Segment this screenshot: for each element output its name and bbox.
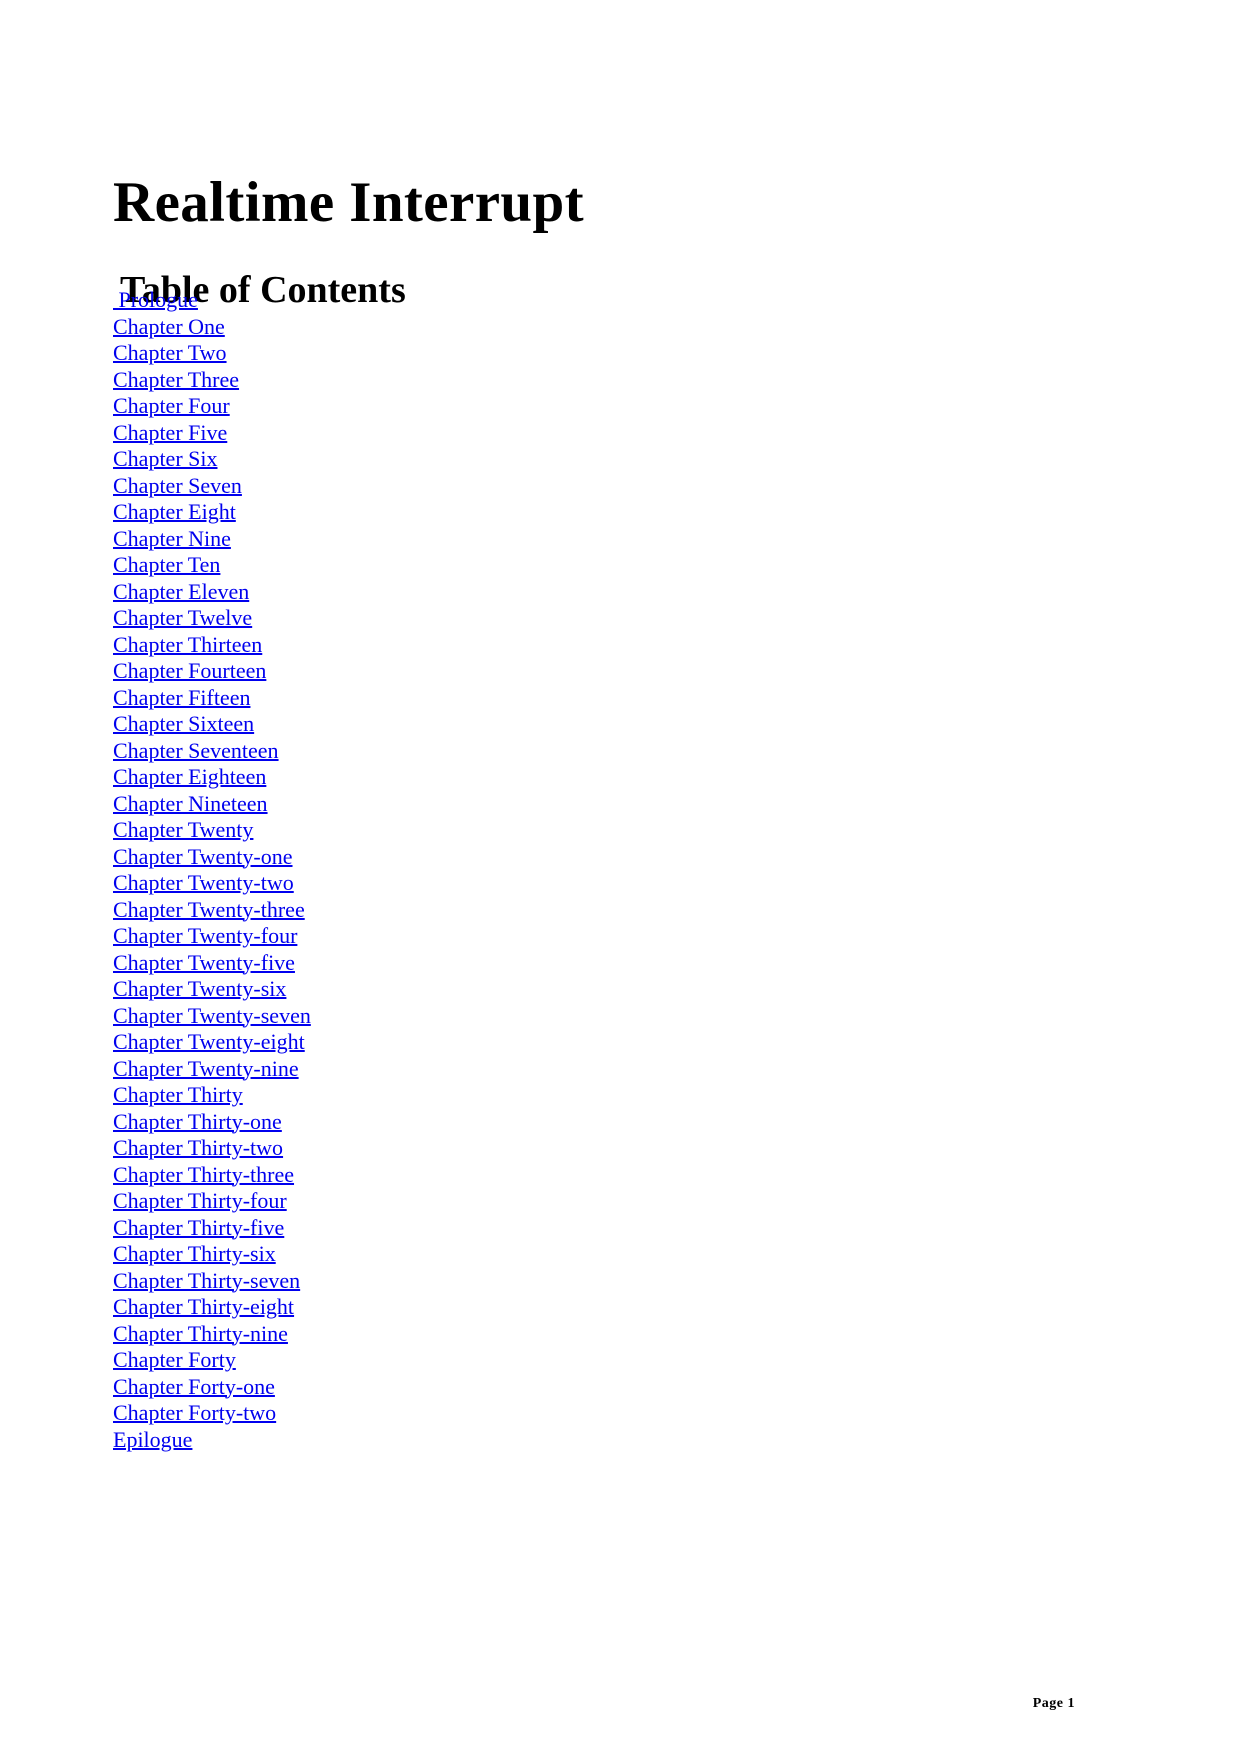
list-item: Chapter Thirty-seven — [113, 1268, 813, 1295]
toc-link[interactable]: Chapter Twenty-one — [113, 844, 293, 869]
toc-link[interactable]: Chapter Twenty-two — [113, 870, 294, 895]
toc-link[interactable]: Chapter Thirty-four — [113, 1188, 287, 1213]
toc-link[interactable]: Chapter Twelve — [113, 605, 252, 630]
toc-link[interactable]: Chapter Sixteen — [113, 711, 254, 736]
toc-link[interactable]: Chapter Thirty-five — [113, 1215, 284, 1240]
list-item: Chapter Fourteen — [113, 658, 813, 685]
list-item: Chapter Five — [113, 420, 813, 447]
toc-link[interactable]: Chapter Twenty-six — [113, 976, 286, 1001]
list-item: Chapter Twenty-four — [113, 923, 813, 950]
list-item: Chapter Thirty-two — [113, 1135, 813, 1162]
list-item: Chapter Forty-one — [113, 1374, 813, 1401]
toc-link[interactable]: Epilogue — [113, 1427, 192, 1452]
page-title: Realtime Interrupt — [113, 171, 584, 235]
list-item: Chapter Seventeen — [113, 738, 813, 765]
toc-link[interactable]: Chapter Five — [113, 420, 227, 445]
list-item: Chapter Thirty-eight — [113, 1294, 813, 1321]
list-item: Chapter Sixteen — [113, 711, 813, 738]
list-item: Chapter Thirty-one — [113, 1109, 813, 1136]
list-item: Chapter Nineteen — [113, 791, 813, 818]
list-item: Chapter One — [113, 314, 813, 341]
toc-link[interactable]: Chapter Seventeen — [113, 738, 279, 763]
list-item: Chapter Twenty-one — [113, 844, 813, 871]
toc-link[interactable]: Chapter Eighteen — [113, 764, 266, 789]
list-item: Chapter Four — [113, 393, 813, 420]
list-item: Chapter Thirty-nine — [113, 1321, 813, 1348]
toc-link[interactable]: Chapter Forty-two — [113, 1400, 276, 1425]
toc-link[interactable]: Prologue — [113, 287, 198, 312]
toc-link[interactable]: Chapter Thirty-two — [113, 1135, 283, 1160]
toc-link[interactable]: Chapter Thirty-one — [113, 1109, 282, 1134]
toc-link[interactable]: Chapter Ten — [113, 552, 220, 577]
toc-link[interactable]: Chapter Thirteen — [113, 632, 262, 657]
toc-link[interactable]: Chapter Nine — [113, 526, 231, 551]
list-item: Chapter Fifteen — [113, 685, 813, 712]
toc-link[interactable]: Chapter Eleven — [113, 579, 249, 604]
page-number-footer: Page 1 — [1032, 1696, 1075, 1711]
list-item: Chapter Thirty-five — [113, 1215, 813, 1242]
list-item: Chapter Forty — [113, 1347, 813, 1374]
list-item: Chapter Twenty-five — [113, 950, 813, 977]
list-item: Chapter Twenty-six — [113, 976, 813, 1003]
toc-link[interactable]: Chapter Twenty-eight — [113, 1029, 305, 1054]
list-item: Chapter Twenty-seven — [113, 1003, 813, 1030]
toc-link[interactable]: Chapter Thirty-six — [113, 1241, 276, 1266]
toc-link[interactable]: Chapter Six — [113, 446, 218, 471]
toc-link[interactable]: Chapter Three — [113, 367, 239, 392]
list-item: Chapter Twelve — [113, 605, 813, 632]
list-item: Epilogue — [113, 1427, 813, 1454]
list-item: Chapter Ten — [113, 552, 813, 579]
list-item: Chapter Three — [113, 367, 813, 394]
toc-link[interactable]: Chapter Fifteen — [113, 685, 250, 710]
list-item: Chapter Two — [113, 340, 813, 367]
list-item: Chapter Thirty-three — [113, 1162, 813, 1189]
list-item: Chapter Thirty-six — [113, 1241, 813, 1268]
list-item: Chapter Six — [113, 446, 813, 473]
toc-link[interactable]: Chapter Thirty-three — [113, 1162, 294, 1187]
list-item: Chapter Thirty-four — [113, 1188, 813, 1215]
list-item: Chapter Eight — [113, 499, 813, 526]
toc-link[interactable]: Chapter Thirty-seven — [113, 1268, 300, 1293]
toc-link[interactable]: Chapter One — [113, 314, 225, 339]
toc-link[interactable]: Chapter Thirty — [113, 1082, 243, 1107]
toc-link[interactable]: Chapter Forty-one — [113, 1374, 275, 1399]
toc-link[interactable]: Chapter Twenty-nine — [113, 1056, 299, 1081]
toc-link[interactable]: Chapter Thirty-nine — [113, 1321, 288, 1346]
list-item: Chapter Thirty — [113, 1082, 813, 1109]
toc-link[interactable]: Chapter Twenty-four — [113, 923, 297, 948]
list-item: Chapter Thirteen — [113, 632, 813, 659]
toc-link[interactable]: Chapter Seven — [113, 473, 242, 498]
toc-link[interactable]: Chapter Fourteen — [113, 658, 266, 683]
list-item: Chapter Twenty-three — [113, 897, 813, 924]
toc-link[interactable]: Chapter Twenty-three — [113, 897, 305, 922]
toc-link[interactable]: Chapter Eight — [113, 499, 236, 524]
toc-link[interactable]: Chapter Four — [113, 393, 230, 418]
toc-link[interactable]: Chapter Nineteen — [113, 791, 268, 816]
list-item: Chapter Twenty-two — [113, 870, 813, 897]
list-item: Chapter Eighteen — [113, 764, 813, 791]
document-page: Realtime Interrupt Table of Contents Pro… — [0, 0, 1239, 1754]
table-of-contents-list: Prologue Chapter One Chapter Two Chapter Th… — [113, 287, 813, 1453]
toc-link[interactable]: Chapter Two — [113, 340, 227, 365]
list-item: Chapter Eleven — [113, 579, 813, 606]
list-item: Chapter Seven — [113, 473, 813, 500]
toc-link[interactable]: Chapter Twenty — [113, 817, 253, 842]
list-item: Prologue — [113, 287, 813, 314]
list-item: Chapter Nine — [113, 526, 813, 553]
toc-link[interactable]: Chapter Twenty-seven — [113, 1003, 311, 1028]
list-item: Chapter Forty-two — [113, 1400, 813, 1427]
toc-link[interactable]: Chapter Forty — [113, 1347, 236, 1372]
toc-link[interactable]: Chapter Twenty-five — [113, 950, 295, 975]
list-item: Chapter Twenty-nine — [113, 1056, 813, 1083]
toc-link[interactable]: Chapter Thirty-eight — [113, 1294, 294, 1319]
list-item: Chapter Twenty — [113, 817, 813, 844]
list-item: Chapter Twenty-eight — [113, 1029, 813, 1056]
